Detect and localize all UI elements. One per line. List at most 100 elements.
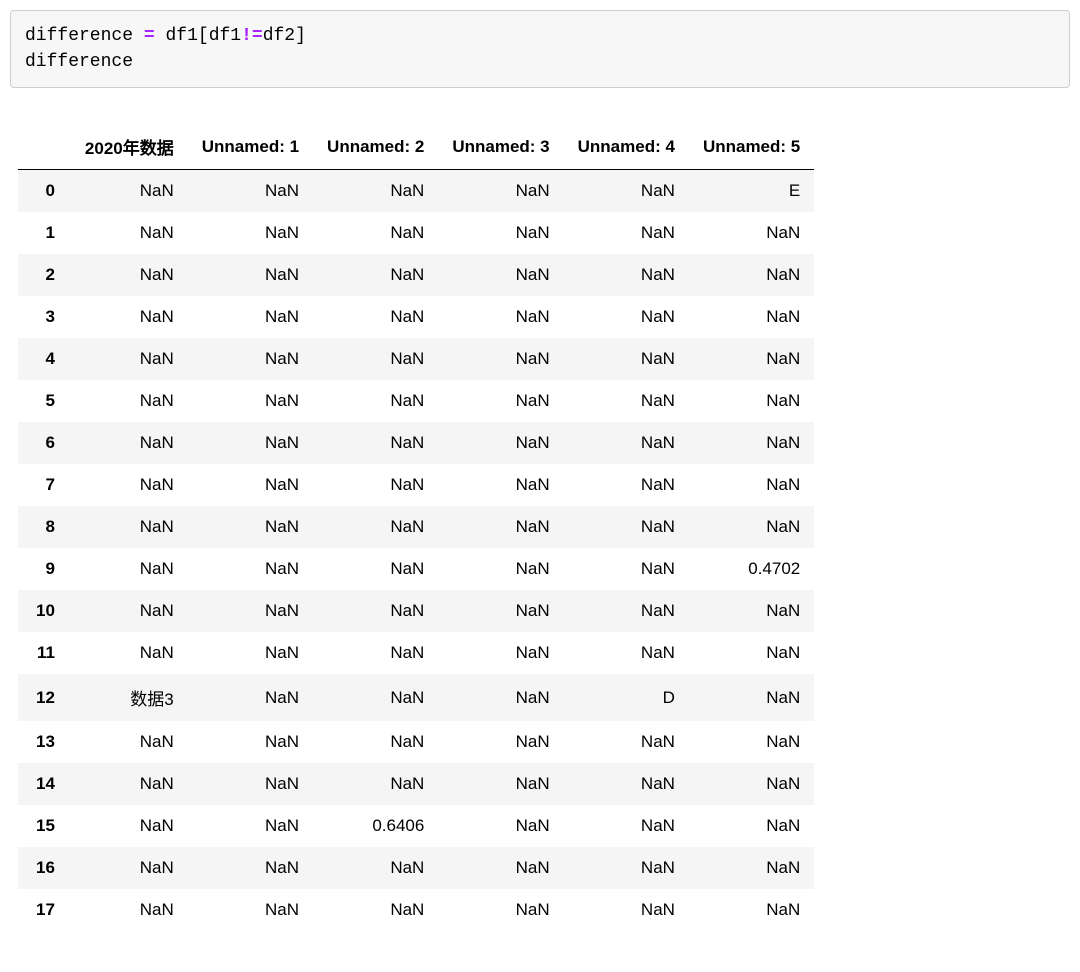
table-cell: NaN bbox=[564, 380, 689, 422]
code-token-op: = bbox=[144, 26, 155, 46]
table-cell: NaN bbox=[313, 422, 438, 464]
table-cell: NaN bbox=[71, 464, 188, 506]
table-cell: NaN bbox=[689, 721, 814, 763]
row-index: 4 bbox=[18, 338, 71, 380]
table-cell: NaN bbox=[188, 422, 313, 464]
table-cell: NaN bbox=[438, 464, 563, 506]
table-cell: NaN bbox=[438, 721, 563, 763]
table-cell: NaN bbox=[438, 763, 563, 805]
table-row: 14NaNNaNNaNNaNNaNNaN bbox=[18, 763, 814, 805]
table-cell: 0.6406 bbox=[313, 805, 438, 847]
table-row: 10NaNNaNNaNNaNNaNNaN bbox=[18, 590, 814, 632]
table-cell: NaN bbox=[689, 590, 814, 632]
row-index: 1 bbox=[18, 212, 71, 254]
table-row: 16NaNNaNNaNNaNNaNNaN bbox=[18, 847, 814, 889]
column-header: Unnamed: 4 bbox=[564, 124, 689, 170]
table-cell: NaN bbox=[71, 170, 188, 213]
row-index: 10 bbox=[18, 590, 71, 632]
table-cell: NaN bbox=[438, 422, 563, 464]
table-cell: NaN bbox=[313, 674, 438, 721]
code-input-cell[interactable]: difference = df1[df1!=df2] difference bbox=[10, 10, 1070, 88]
table-cell: NaN bbox=[71, 590, 188, 632]
table-cell: NaN bbox=[71, 632, 188, 674]
table-row: 2NaNNaNNaNNaNNaNNaN bbox=[18, 254, 814, 296]
table-cell: NaN bbox=[313, 170, 438, 213]
table-cell: 数据3 bbox=[71, 674, 188, 721]
table-cell: NaN bbox=[689, 847, 814, 889]
table-cell: NaN bbox=[564, 590, 689, 632]
table-cell: NaN bbox=[564, 296, 689, 338]
row-index: 12 bbox=[18, 674, 71, 721]
table-cell: NaN bbox=[564, 338, 689, 380]
table-cell: NaN bbox=[313, 212, 438, 254]
code-token-bracket: ] bbox=[295, 26, 306, 46]
column-header: Unnamed: 3 bbox=[438, 124, 563, 170]
table-cell: NaN bbox=[188, 548, 313, 590]
table-cell: NaN bbox=[438, 170, 563, 213]
code-token: difference bbox=[25, 52, 133, 72]
table-cell: D bbox=[564, 674, 689, 721]
row-index: 8 bbox=[18, 506, 71, 548]
table-cell: NaN bbox=[313, 296, 438, 338]
table-cell: NaN bbox=[438, 338, 563, 380]
table-cell: NaN bbox=[438, 632, 563, 674]
code-token-bracket: [ bbox=[198, 26, 209, 46]
row-index: 15 bbox=[18, 805, 71, 847]
table-cell: NaN bbox=[313, 632, 438, 674]
table-cell: NaN bbox=[313, 506, 438, 548]
column-header: Unnamed: 1 bbox=[188, 124, 313, 170]
table-cell: NaN bbox=[313, 590, 438, 632]
table-cell: NaN bbox=[689, 464, 814, 506]
table-cell: NaN bbox=[689, 254, 814, 296]
table-cell: NaN bbox=[71, 212, 188, 254]
column-header: Unnamed: 2 bbox=[313, 124, 438, 170]
table-cell: NaN bbox=[438, 254, 563, 296]
row-index: 5 bbox=[18, 380, 71, 422]
table-cell: NaN bbox=[71, 254, 188, 296]
table-cell: NaN bbox=[313, 380, 438, 422]
table-cell: NaN bbox=[564, 632, 689, 674]
column-header: 2020年数据 bbox=[71, 124, 188, 170]
table-cell: NaN bbox=[689, 338, 814, 380]
table-cell: NaN bbox=[188, 296, 313, 338]
table-cell: NaN bbox=[689, 805, 814, 847]
table-cell: NaN bbox=[689, 763, 814, 805]
table-cell: NaN bbox=[313, 338, 438, 380]
table-cell: NaN bbox=[313, 847, 438, 889]
table-cell: NaN bbox=[313, 254, 438, 296]
table-cell: NaN bbox=[71, 889, 188, 931]
code-token: df1 bbox=[209, 26, 241, 46]
table-cell: NaN bbox=[188, 506, 313, 548]
table-cell: NaN bbox=[438, 212, 563, 254]
table-cell: NaN bbox=[564, 464, 689, 506]
table-cell: NaN bbox=[564, 889, 689, 931]
row-index: 7 bbox=[18, 464, 71, 506]
column-header: Unnamed: 5 bbox=[689, 124, 814, 170]
table-cell: NaN bbox=[313, 464, 438, 506]
code-token: difference bbox=[25, 26, 133, 46]
table-cell: NaN bbox=[313, 548, 438, 590]
table-cell: NaN bbox=[689, 889, 814, 931]
table-cell: NaN bbox=[71, 506, 188, 548]
table-cell: NaN bbox=[438, 296, 563, 338]
table-row: 13NaNNaNNaNNaNNaNNaN bbox=[18, 721, 814, 763]
table-cell: NaN bbox=[564, 548, 689, 590]
row-index: 3 bbox=[18, 296, 71, 338]
table-cell: NaN bbox=[188, 338, 313, 380]
table-cell: NaN bbox=[71, 847, 188, 889]
table-cell: NaN bbox=[188, 721, 313, 763]
table-row: 6NaNNaNNaNNaNNaNNaN bbox=[18, 422, 814, 464]
table-row: 0NaNNaNNaNNaNNaNE bbox=[18, 170, 814, 213]
table-row: 4NaNNaNNaNNaNNaNNaN bbox=[18, 338, 814, 380]
table-cell: NaN bbox=[438, 805, 563, 847]
table-row: 17NaNNaNNaNNaNNaNNaN bbox=[18, 889, 814, 931]
table-cell: NaN bbox=[71, 296, 188, 338]
table-row: 1NaNNaNNaNNaNNaNNaN bbox=[18, 212, 814, 254]
table-cell: NaN bbox=[188, 254, 313, 296]
table-cell: NaN bbox=[71, 763, 188, 805]
table-cell: NaN bbox=[188, 889, 313, 931]
row-index: 11 bbox=[18, 632, 71, 674]
code-token: df2 bbox=[263, 26, 295, 46]
table-cell: NaN bbox=[313, 889, 438, 931]
table-cell: NaN bbox=[188, 674, 313, 721]
